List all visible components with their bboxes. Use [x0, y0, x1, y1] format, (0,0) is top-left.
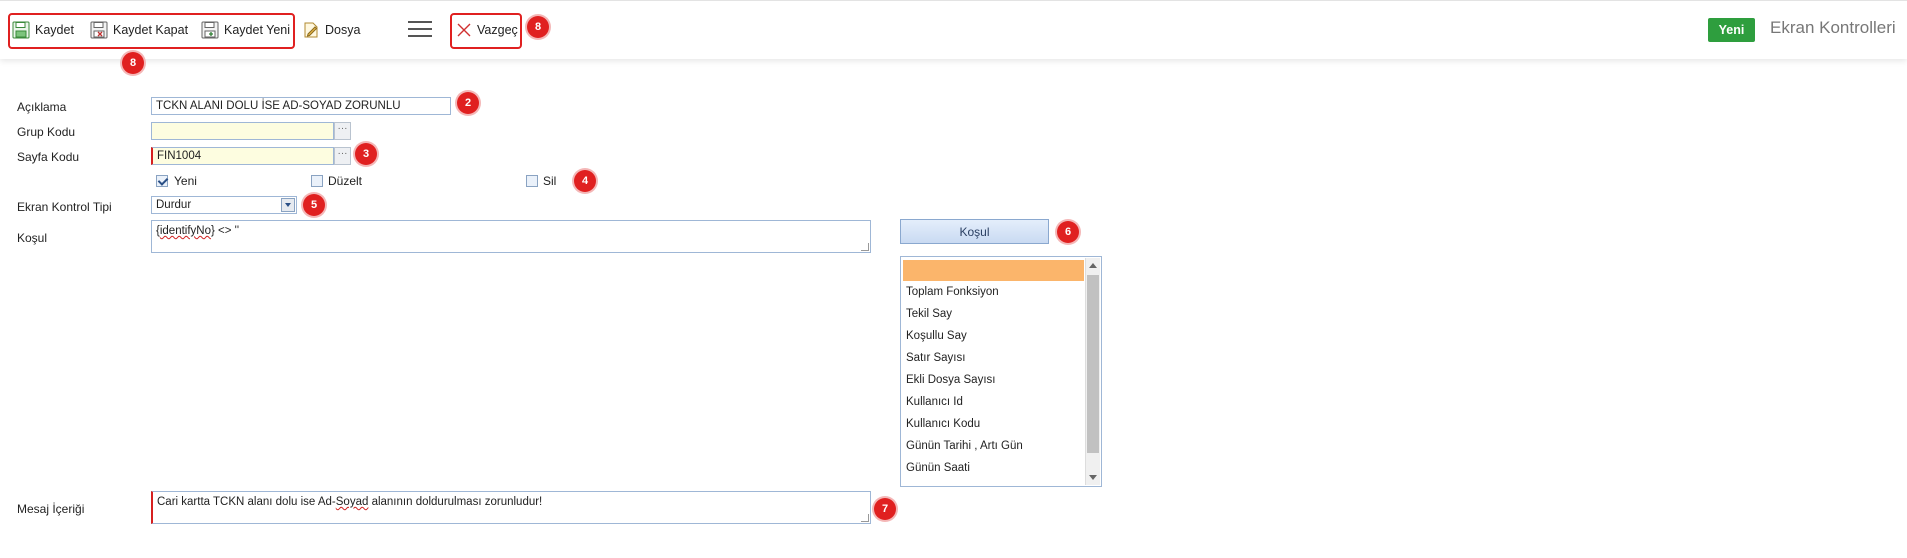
- resize-handle-icon[interactable]: [861, 243, 869, 251]
- message-textarea[interactable]: Cari kartta TCKN alanı dolu ise Ad-Soyad…: [151, 491, 871, 524]
- annotation-badge: 2: [457, 92, 479, 114]
- new-permission-checkbox[interactable]: [156, 175, 168, 187]
- control-type-label: Ekran Kontrol Tipi: [17, 200, 112, 214]
- file-button[interactable]: Dosya: [302, 18, 360, 42]
- delete-permission-label: Sil: [543, 174, 557, 188]
- cancel-button[interactable]: Vazgeç: [456, 18, 518, 42]
- condition-button[interactable]: Koşul: [900, 219, 1049, 244]
- annotation-badge: 3: [355, 143, 377, 165]
- scroll-down-icon[interactable]: [1089, 475, 1097, 480]
- delete-permission-checkbox[interactable]: [526, 175, 538, 187]
- close-icon: [456, 22, 472, 38]
- cancel-label: Vazgeç: [477, 23, 518, 37]
- new-permission-label: Yeni: [174, 174, 197, 188]
- save-button[interactable]: Kaydet: [12, 18, 74, 42]
- save-new-label: Kaydet Yeni: [224, 23, 291, 37]
- document-edit-icon: [302, 21, 320, 39]
- page-code-label: Sayfa Kodu: [17, 150, 80, 164]
- list-item-selected[interactable]: [903, 260, 1084, 281]
- list-item[interactable]: Koşullu Say: [906, 325, 1084, 347]
- annotation-badge: 4: [574, 170, 596, 192]
- control-type-select[interactable]: Durdur: [151, 196, 297, 214]
- list-item[interactable]: Kullanıcı Kodu: [906, 413, 1084, 435]
- save-label: Kaydet: [35, 23, 74, 37]
- save-new-button[interactable]: Kaydet Yeni: [201, 18, 290, 42]
- list-item[interactable]: Günün Tarihi , Artı Gün: [906, 435, 1084, 457]
- annotation-badge: 8: [527, 16, 549, 38]
- floppy-disk-close-icon: [90, 21, 108, 39]
- file-label: Dosya: [325, 23, 361, 37]
- annotation-badge: 8: [122, 52, 144, 74]
- group-code-input[interactable]: [151, 122, 334, 140]
- menu-icon[interactable]: [408, 21, 432, 39]
- page-title: Ekran Kontrolleri: [1770, 18, 1896, 37]
- save-close-label: Kaydet Kapat: [113, 23, 189, 37]
- control-type-value: Durdur: [156, 199, 192, 211]
- group-code-label: Grup Kodu: [17, 125, 76, 139]
- top-toolbar: Kaydet Kaydet Kapat Kaydet Yeni Dosya Va…: [0, 0, 1907, 59]
- description-label: Açıklama: [17, 100, 67, 114]
- list-item[interactable]: Günün Saati: [906, 457, 1084, 479]
- condition-function-list[interactable]: Toplam Fonksiyon Tekil Say Koşullu Say S…: [900, 256, 1102, 487]
- list-item[interactable]: Satır Sayısı: [906, 347, 1084, 369]
- description-input[interactable]: TCKN ALANI DOLU İSE AD-SOYAD ZORUNLU: [151, 97, 451, 115]
- save-close-button[interactable]: Kaydet Kapat: [90, 18, 188, 42]
- resize-handle-icon[interactable]: [861, 514, 869, 522]
- group-code-lookup-button[interactable]: ···: [334, 122, 351, 140]
- edit-permission-label: Düzelt: [328, 174, 363, 188]
- new-record-button[interactable]: Yeni: [1708, 18, 1755, 42]
- scroll-up-icon[interactable]: [1089, 263, 1097, 268]
- list-item[interactable]: Kullanıcı Id: [906, 391, 1084, 413]
- list-item[interactable]: Toplam Fonksiyon: [906, 281, 1084, 303]
- list-item[interactable]: Ekli Dosya Sayısı: [906, 369, 1084, 391]
- page-code-input[interactable]: FIN1004: [151, 147, 334, 165]
- chevron-down-icon[interactable]: [281, 198, 295, 212]
- message-label: Mesaj İçeriği: [17, 502, 85, 516]
- floppy-disk-icon: [12, 21, 30, 39]
- edit-permission-checkbox[interactable]: [311, 175, 323, 187]
- annotation-badge: 6: [1057, 221, 1079, 243]
- floppy-disk-new-icon: [201, 21, 219, 39]
- list-item[interactable]: Tekil Say: [906, 303, 1084, 325]
- list-scrollbar[interactable]: [1085, 258, 1100, 485]
- scrollbar-thumb[interactable]: [1087, 275, 1099, 453]
- condition-textarea[interactable]: {identifyNo} <> '': [151, 220, 871, 253]
- condition-label: Koşul: [17, 231, 48, 245]
- annotation-badge: 7: [874, 498, 896, 520]
- annotation-badge: 5: [303, 194, 325, 216]
- page-code-lookup-button[interactable]: ···: [334, 147, 351, 165]
